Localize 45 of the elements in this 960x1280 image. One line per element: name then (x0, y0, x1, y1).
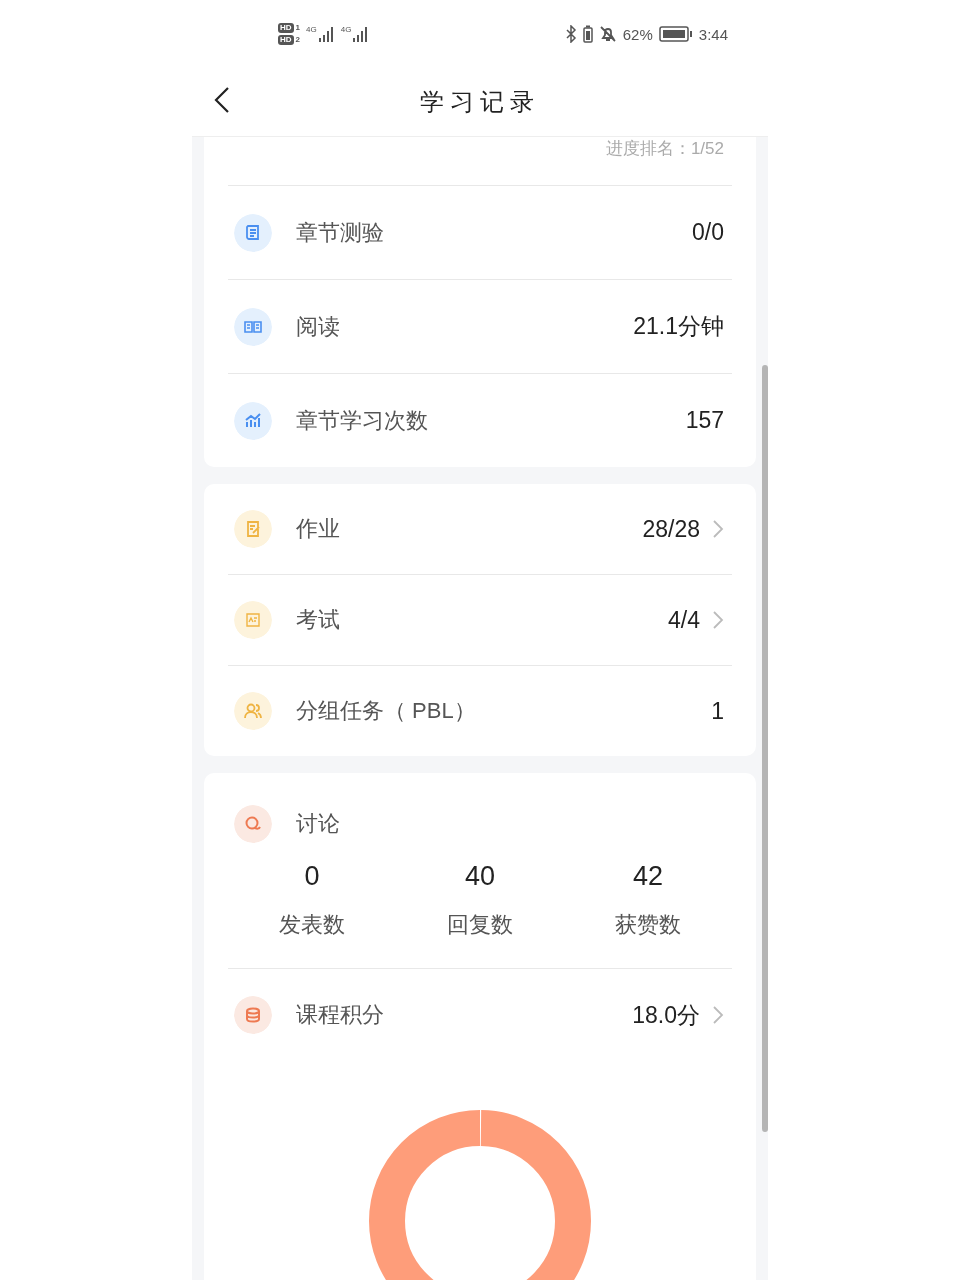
coins-icon (234, 996, 272, 1034)
network-type: 4G (340, 26, 352, 34)
hd-badge: HD (278, 23, 294, 33)
battery-small-icon (582, 25, 593, 43)
muted-bell-icon (598, 25, 617, 43)
stat-label: 回复数 (447, 911, 513, 939)
book-icon (234, 307, 272, 346)
row-label: 阅读 (296, 312, 341, 341)
signal-icon (318, 26, 335, 42)
sim-number: 2 (295, 35, 300, 45)
people-icon (234, 692, 272, 730)
clock: 3:44 (698, 25, 728, 43)
stat-label: 发表数 (279, 911, 345, 939)
stat-label: 获赞数 (615, 911, 681, 939)
row-label: 章节学习次数 (296, 406, 429, 435)
row-label: 章节测验 (296, 218, 385, 247)
row-label: 作业 (296, 515, 341, 543)
row-value: 21.1分钟 (633, 312, 724, 341)
stat-value: 42 (632, 861, 663, 892)
row-value[interactable]: 18.0分 (632, 999, 700, 1031)
hd-badge: HD (278, 35, 294, 45)
edit-icon (234, 510, 272, 548)
bluetooth-icon (564, 25, 577, 43)
exam-sheet-icon (234, 601, 272, 639)
stat-value: 0 (304, 861, 320, 892)
chat-icon (234, 805, 272, 843)
network-type: 4G (306, 26, 317, 34)
row-value: 1 (711, 697, 724, 725)
progress-rank: 进度排名：1/52 (605, 138, 724, 160)
row-label: 课程积分 (296, 1001, 385, 1029)
row-value: 0/0 (692, 219, 724, 246)
row-label: 考试 (296, 606, 341, 634)
row-label: 分组任务（ PBL） (296, 697, 477, 725)
battery-percent: 62% (622, 25, 653, 43)
page-title: 学习记录 (420, 87, 540, 117)
signal-icon (353, 26, 370, 42)
row-value[interactable]: 4/4 (668, 606, 700, 634)
stat-value: 40 (464, 861, 495, 892)
row-value: 157 (685, 407, 724, 434)
row-value[interactable]: 28/28 (642, 515, 700, 543)
sim-number: 1 (295, 23, 300, 33)
chart-icon (234, 401, 272, 440)
document-icon (234, 213, 272, 252)
battery-icon (658, 25, 693, 43)
section-title: 讨论 (296, 810, 341, 838)
